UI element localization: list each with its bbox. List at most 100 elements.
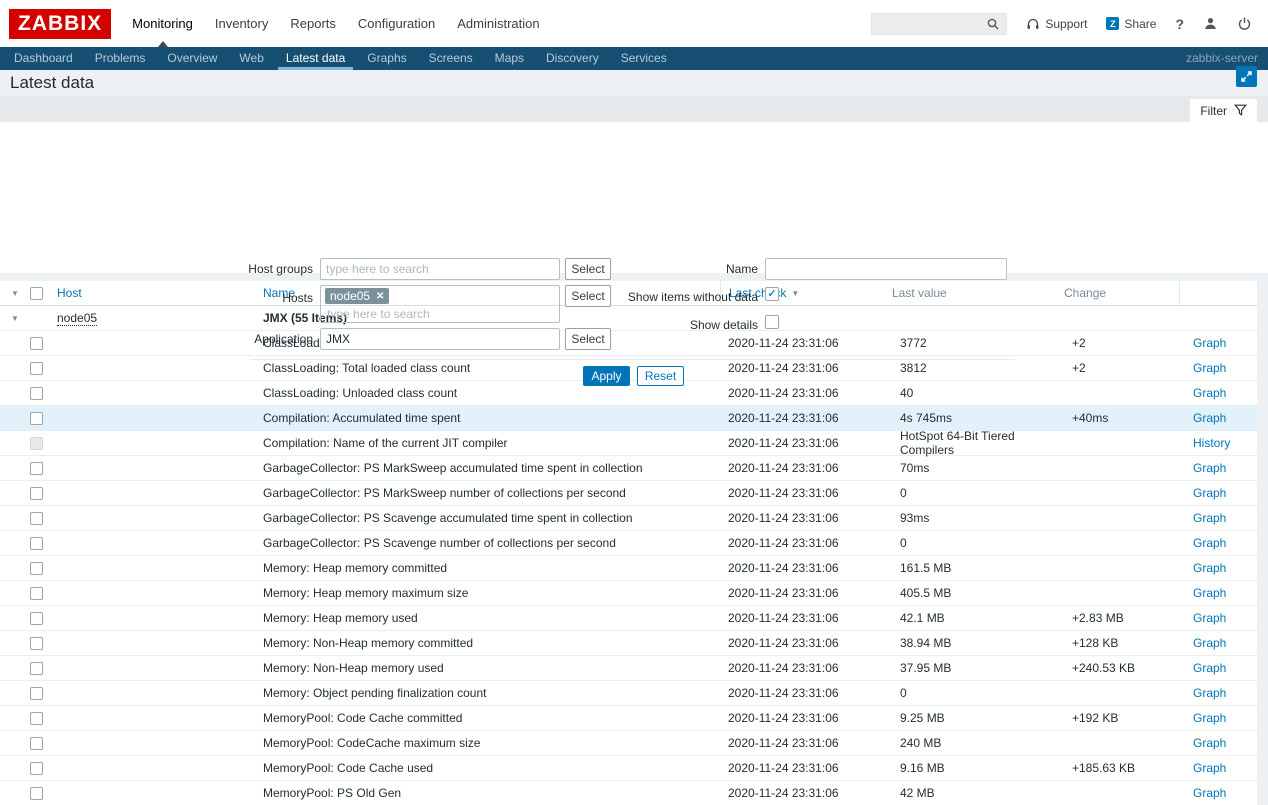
- name-input[interactable]: [765, 258, 1007, 280]
- fullscreen-button[interactable]: [1236, 66, 1257, 87]
- menu-item-monitoring[interactable]: Monitoring: [121, 0, 204, 47]
- graph-link[interactable]: Graph: [1193, 636, 1226, 650]
- row-checkbox[interactable]: [30, 737, 43, 750]
- zabbix-logo[interactable]: ZABBIX: [9, 9, 111, 39]
- top-right-toolbar: Support Z Share ?: [871, 13, 1268, 35]
- subnav-item-web[interactable]: Web: [228, 47, 274, 70]
- menu-item-reports[interactable]: Reports: [279, 0, 347, 47]
- expand-arrows-icon: [1240, 70, 1253, 83]
- item-last-value: 0: [900, 536, 1072, 550]
- signout-icon[interactable]: [1237, 16, 1252, 31]
- show-items-without-data-checkbox[interactable]: ✓: [765, 287, 779, 301]
- support-label: Support: [1045, 17, 1087, 31]
- graph-link[interactable]: Graph: [1193, 711, 1226, 725]
- menu-item-configuration[interactable]: Configuration: [347, 0, 446, 47]
- row-checkbox[interactable]: [30, 762, 43, 775]
- item-name: GarbageCollector: PS MarkSweep accumulat…: [263, 461, 728, 475]
- history-link[interactable]: History: [1193, 436, 1230, 450]
- share-link[interactable]: Z Share: [1106, 17, 1156, 31]
- item-last-check: 2020-11-24 23:31:06: [728, 456, 900, 480]
- item-last-value: 161.5 MB: [900, 561, 1072, 575]
- apply-button[interactable]: Apply: [583, 366, 630, 386]
- host-chip: node05 ✕: [325, 288, 389, 304]
- menu-item-administration[interactable]: Administration: [446, 0, 550, 47]
- item-rows: ClassLoading: Loaded class count 2020-11…: [0, 331, 1257, 805]
- row-checkbox[interactable]: [30, 362, 43, 375]
- row-checkbox[interactable]: [30, 512, 43, 525]
- item-last-check: 2020-11-24 23:31:06: [728, 381, 900, 405]
- graph-link[interactable]: Graph: [1193, 511, 1226, 525]
- subnav-item-services[interactable]: Services: [610, 47, 678, 70]
- subnav-item-screens[interactable]: Screens: [418, 47, 484, 70]
- row-checkbox[interactable]: [30, 687, 43, 700]
- graph-link[interactable]: Graph: [1193, 611, 1226, 625]
- subnav-item-discovery[interactable]: Discovery: [535, 47, 610, 70]
- top-menu: MonitoringInventoryReportsConfigurationA…: [121, 0, 550, 47]
- graph-link[interactable]: Graph: [1193, 661, 1226, 675]
- item-change: +185.63 KB: [1072, 761, 1187, 775]
- graph-link[interactable]: Graph: [1193, 536, 1226, 550]
- graph-link[interactable]: Graph: [1193, 336, 1226, 350]
- item-last-value: HotSpot 64-Bit Tiered Compilers: [900, 429, 1072, 457]
- row-checkbox[interactable]: [30, 637, 43, 650]
- row-checkbox[interactable]: [30, 787, 43, 800]
- graph-link[interactable]: Graph: [1193, 761, 1226, 775]
- row-checkbox[interactable]: [30, 487, 43, 500]
- subnav-item-overview[interactable]: Overview: [156, 47, 228, 70]
- group-host-name[interactable]: node05: [57, 311, 97, 326]
- reset-button[interactable]: Reset: [637, 366, 684, 386]
- row-checkbox[interactable]: [30, 712, 43, 725]
- row-checkbox[interactable]: [30, 412, 43, 425]
- item-name: MemoryPool: CodeCache maximum size: [263, 736, 728, 750]
- graph-link[interactable]: Graph: [1193, 486, 1226, 500]
- graph-link[interactable]: Graph: [1193, 586, 1226, 600]
- item-last-check: 2020-11-24 23:31:06: [728, 556, 900, 580]
- global-search[interactable]: [871, 13, 1007, 35]
- support-link[interactable]: Support: [1026, 17, 1087, 31]
- row-checkbox[interactable]: [30, 537, 43, 550]
- graph-link[interactable]: Graph: [1193, 736, 1226, 750]
- subnav-item-dashboard[interactable]: Dashboard: [3, 47, 84, 70]
- subnav-item-graphs[interactable]: Graphs: [356, 47, 417, 70]
- row-checkbox[interactable]: [30, 612, 43, 625]
- filter-tab[interactable]: Filter: [1190, 99, 1257, 122]
- column-header-change: Change: [1064, 286, 1179, 300]
- item-last-check: 2020-11-24 23:31:06: [728, 706, 900, 730]
- table-row: MemoryPool: Code Cache committed 2020-11…: [0, 706, 1257, 731]
- search-icon[interactable]: [986, 17, 1006, 31]
- subnav-item-latest-data[interactable]: Latest data: [275, 47, 356, 70]
- row-checkbox[interactable]: [30, 562, 43, 575]
- menu-item-inventory[interactable]: Inventory: [204, 0, 279, 47]
- graph-link[interactable]: Graph: [1193, 786, 1226, 800]
- share-icon: Z: [1106, 17, 1119, 30]
- item-last-value: 42 MB: [900, 786, 1072, 800]
- table-row: MemoryPool: Code Cache used 2020-11-24 2…: [0, 756, 1257, 781]
- search-input[interactable]: [872, 17, 986, 31]
- chip-remove-icon[interactable]: ✕: [376, 291, 384, 302]
- sort-desc-icon: ▼: [791, 289, 799, 298]
- row-checkbox[interactable]: [30, 662, 43, 675]
- show-details-checkbox[interactable]: [765, 315, 779, 329]
- help-icon[interactable]: ?: [1175, 16, 1184, 32]
- graph-link[interactable]: Graph: [1193, 686, 1226, 700]
- row-checkbox[interactable]: [30, 587, 43, 600]
- item-name: Memory: Heap memory used: [263, 611, 728, 625]
- item-name: Memory: Heap memory committed: [263, 561, 728, 575]
- subnav-item-problems[interactable]: Problems: [84, 47, 157, 70]
- item-last-check: 2020-11-24 23:31:06: [728, 406, 900, 430]
- graph-link[interactable]: Graph: [1193, 461, 1226, 475]
- subnav-item-maps[interactable]: Maps: [484, 47, 535, 70]
- user-icon[interactable]: [1203, 16, 1218, 31]
- group-collapse-caret-icon[interactable]: ▼: [0, 314, 30, 323]
- graph-link[interactable]: Graph: [1193, 386, 1226, 400]
- row-checkbox: [30, 437, 43, 450]
- table-row: GarbageCollector: PS MarkSweep accumulat…: [0, 456, 1257, 481]
- row-checkbox[interactable]: [30, 462, 43, 475]
- graph-link[interactable]: Graph: [1193, 411, 1226, 425]
- table-row: Memory: Non-Heap memory committed 2020-1…: [0, 631, 1257, 656]
- item-name: Memory: Heap memory maximum size: [263, 586, 728, 600]
- graph-link[interactable]: Graph: [1193, 361, 1226, 375]
- graph-link[interactable]: Graph: [1193, 561, 1226, 575]
- row-checkbox[interactable]: [30, 387, 43, 400]
- item-last-value: 93ms: [900, 511, 1072, 525]
